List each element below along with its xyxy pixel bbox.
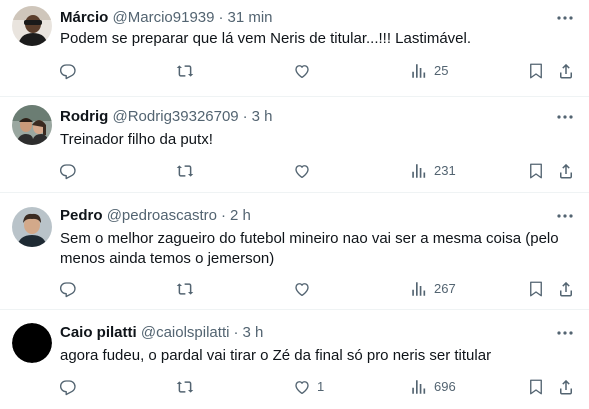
tweet-item[interactable]: Caio pilatti @caiolspilatti · 3 h agora fu… <box>0 310 589 409</box>
reply-button[interactable] <box>59 61 83 81</box>
tweet-actions: 267 <box>0 279 589 299</box>
share-icon <box>557 280 575 298</box>
bookmark-icon <box>527 280 545 298</box>
views-count: 267 <box>434 281 456 296</box>
share-button[interactable] <box>557 377 575 397</box>
retweet-button[interactable] <box>176 161 200 181</box>
tweet-item[interactable]: Márcio @Marcio91939 · 31 min Podem se prep… <box>0 0 589 97</box>
views-button[interactable]: 267 <box>410 279 456 299</box>
like-icon <box>293 280 311 298</box>
like-button[interactable] <box>293 61 317 81</box>
avatar[interactable] <box>12 323 52 363</box>
like-icon <box>293 162 311 180</box>
retweet-button[interactable] <box>176 279 200 299</box>
timestamp[interactable]: 31 min <box>227 9 272 26</box>
like-count: 1 <box>317 379 325 394</box>
author-name[interactable]: Márcio <box>60 9 108 26</box>
retweet-button[interactable] <box>176 61 200 81</box>
tweet-actions: 1 696 <box>0 377 589 397</box>
retweet-icon <box>176 62 194 80</box>
views-button[interactable]: 25 <box>410 61 448 81</box>
reply-button[interactable] <box>59 161 83 181</box>
tweet-text: Treinador filho da putx! <box>60 131 213 148</box>
separator-dot: · <box>242 108 248 125</box>
like-icon <box>293 62 311 80</box>
author-name[interactable]: Caio pilatti <box>60 324 137 341</box>
author-name[interactable]: Pedro <box>60 207 103 224</box>
bookmark-button[interactable] <box>527 279 545 299</box>
timestamp[interactable]: 3 h <box>252 108 273 125</box>
like-button[interactable] <box>293 161 317 181</box>
views-icon <box>410 280 428 298</box>
tweet-actions: 25 <box>0 61 589 81</box>
views-count: 231 <box>434 163 456 178</box>
share-icon <box>557 62 575 80</box>
like-button[interactable] <box>293 279 317 299</box>
tweet-text: Podem se preparar que lá vem Neris de ti… <box>60 30 472 47</box>
reply-icon <box>59 162 77 180</box>
tweet-text: agora fudeu, o pardal vai tirar o Zé da … <box>60 347 492 364</box>
like-icon <box>293 378 311 396</box>
more-icon[interactable] <box>555 323 575 343</box>
share-icon <box>557 378 575 396</box>
bookmark-button[interactable] <box>527 161 545 181</box>
more-icon[interactable] <box>555 8 575 28</box>
share-button[interactable] <box>557 279 575 299</box>
author-handle[interactable]: @Marcio91939 <box>113 9 215 26</box>
retweet-icon <box>176 162 194 180</box>
bookmark-button[interactable] <box>527 377 545 397</box>
reply-icon <box>59 378 77 396</box>
share-button[interactable] <box>557 161 575 181</box>
more-icon[interactable] <box>555 206 575 226</box>
views-count: 696 <box>434 379 456 394</box>
separator-dot: · <box>233 324 239 341</box>
retweet-icon <box>176 280 194 298</box>
bookmark-icon <box>527 378 545 396</box>
reply-icon <box>59 62 77 80</box>
tweet-header: Rodrig @Rodrig39326709 · 3 h <box>60 107 273 127</box>
separator-dot: · <box>220 207 226 224</box>
avatar[interactable] <box>12 105 52 145</box>
reply-button[interactable] <box>59 279 83 299</box>
tweet-text: Sem o melhor zagueiro do futebol mineiro… <box>60 230 559 267</box>
timestamp[interactable]: 2 h <box>230 207 251 224</box>
retweet-icon <box>176 378 194 396</box>
avatar[interactable] <box>12 207 52 247</box>
author-name[interactable]: Rodrig <box>60 108 108 125</box>
views-icon <box>410 62 428 80</box>
like-button[interactable]: 1 <box>293 377 324 397</box>
tweet-header: Pedro @pedroascastro · 2 h <box>60 206 251 226</box>
bookmark-icon <box>527 162 545 180</box>
reply-button[interactable] <box>59 377 83 397</box>
views-button[interactable]: 696 <box>410 377 456 397</box>
author-handle[interactable]: @Rodrig39326709 <box>113 108 239 125</box>
timestamp[interactable]: 3 h <box>242 324 263 341</box>
views-count: 25 <box>434 63 449 78</box>
tweet-actions: 231 <box>0 161 589 181</box>
tweet-header: Caio pilatti @caiolspilatti · 3 h <box>60 323 263 343</box>
share-icon <box>557 162 575 180</box>
share-button[interactable] <box>557 61 575 81</box>
more-icon[interactable] <box>555 107 575 127</box>
tweet-item[interactable]: Rodrig @Rodrig39326709 · 3 h Treinador fil… <box>0 97 589 193</box>
tweet-item[interactable]: Pedro @pedroascastro · 2 h Sem o melhor za… <box>0 193 589 310</box>
bookmark-icon <box>527 62 545 80</box>
reply-icon <box>59 280 77 298</box>
views-icon <box>410 378 428 396</box>
reply-feed: Márcio @Marcio91939 · 31 min Podem se prep… <box>0 0 589 409</box>
bookmark-button[interactable] <box>527 61 545 81</box>
avatar[interactable] <box>12 6 52 46</box>
retweet-button[interactable] <box>176 377 200 397</box>
author-handle[interactable]: @pedroascastro <box>107 207 217 224</box>
separator-dot: · <box>218 9 224 26</box>
views-icon <box>410 162 428 180</box>
views-button[interactable]: 231 <box>410 161 456 181</box>
tweet-header: Márcio @Marcio91939 · 31 min <box>60 8 273 28</box>
author-handle[interactable]: @caiolspilatti <box>141 324 230 341</box>
